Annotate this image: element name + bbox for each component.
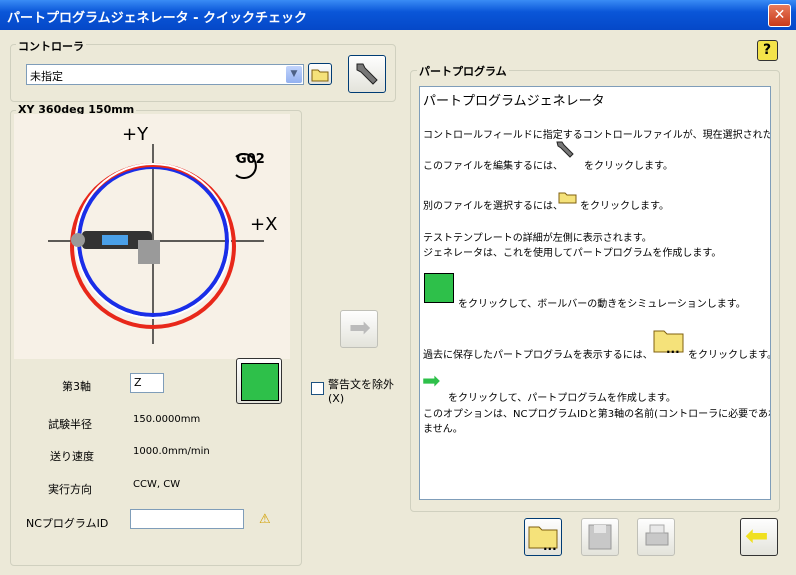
pp-line-10: ません。	[423, 424, 463, 435]
controller-group-label: コントローラ	[16, 38, 86, 54]
path-diagram-svg	[48, 144, 264, 344]
warn-checkbox[interactable]	[311, 382, 324, 395]
warning-icon: ⚠	[259, 512, 271, 527]
simulate-icon	[241, 363, 279, 401]
folder-icon	[311, 69, 329, 82]
print-button[interactable]	[637, 518, 675, 556]
pp-line-7: 過去に保存したパートプログラムを表示するには、	[423, 350, 653, 361]
pp-line-4: テストテンプレートの詳細が左側に表示されます。	[423, 233, 652, 244]
feed-label: 送り速度	[50, 450, 94, 463]
green-arrow-icon: ➡	[422, 369, 441, 394]
warn-checkbox-label[interactable]: 警告文を除外(X)	[328, 376, 400, 405]
edit-controller-button[interactable]	[348, 55, 386, 93]
back-button[interactable]: ⬅	[740, 518, 778, 556]
feed-value: 1000.0mm/min	[133, 446, 210, 457]
part-program-group-label: パートプログラム	[417, 63, 509, 79]
radius-value: 150.0000mm	[133, 414, 201, 425]
ncid-label: NCプログラムID	[26, 517, 109, 530]
dots-label: ...	[543, 539, 557, 553]
gcode-label: G02	[236, 152, 265, 167]
pp-line-8: をクリックして、パートプログラムを作成します。	[448, 393, 676, 404]
pp-line-3b: をクリックします。	[580, 201, 669, 212]
axis3-input[interactable]: Z	[130, 373, 164, 393]
arrow-right-icon: ➡	[349, 313, 371, 343]
simulate-icon	[424, 273, 454, 303]
radius-label: 試験半径	[48, 418, 92, 431]
pp-line-5: ジェネレータは、これを使用してパートプログラムを作成します。	[423, 248, 722, 259]
pp-line-9: このオプションは、NCプログラムIDと第3軸の名前(コントローラに必要であれば	[423, 409, 771, 420]
dir-value: CCW, CW	[133, 479, 181, 490]
title-bar[interactable]: パートプログラムジェネレータ - クイックチェック ✕	[0, 0, 796, 30]
pp-title: パートプログラムジェネレータ	[423, 94, 605, 109]
help-button[interactable]: ?	[757, 40, 778, 61]
part-program-text[interactable]: パートプログラムジェネレータ コントロールフィールドに指定するコントロールファイ…	[419, 86, 771, 500]
controller-select-value: 未指定	[30, 70, 63, 83]
folder-icon	[558, 192, 577, 204]
browse-controller-button[interactable]	[308, 63, 332, 85]
ncid-input[interactable]	[130, 509, 244, 529]
path-diagram: +Y +X G02	[14, 114, 290, 359]
pp-line-1: コントロールフィールドに指定するコントロールファイルが、現在選択されたもの	[423, 130, 771, 141]
pp-line-2b: をクリックします。	[584, 161, 673, 172]
arrow-left-icon: ⬅	[745, 519, 769, 552]
create-arrow-button[interactable]: ➡	[340, 310, 378, 348]
axis3-label: 第3軸	[62, 380, 91, 393]
pp-line-6: をクリックして、ボールバーの動きをシミュレーションします。	[458, 299, 746, 310]
printer-icon	[645, 524, 669, 546]
y-axis-label: +Y	[122, 124, 149, 145]
close-button[interactable]: ✕	[768, 4, 791, 27]
help-icon: ?	[763, 42, 772, 58]
pp-line-7-dots: ...	[666, 342, 680, 356]
floppy-disk-icon	[588, 524, 612, 550]
dialog-window: パートプログラムジェネレータ - クイックチェック ✕ ? コントローラ 未指定…	[0, 0, 796, 575]
dir-label: 実行方向	[48, 483, 92, 496]
pp-line-2: このファイルを編集するには、	[423, 161, 563, 172]
window-title: パートプログラムジェネレータ - クイックチェック	[7, 11, 308, 26]
pp-line-3: 別のファイルを選択するには、	[423, 201, 563, 212]
wrench-icon	[356, 63, 378, 85]
chevron-down-icon[interactable]: ▼	[286, 66, 302, 83]
controller-select[interactable]: 未指定 ▼	[26, 64, 304, 85]
x-axis-label: +X	[250, 214, 278, 235]
view-saved-program-button[interactable]: ...	[524, 518, 562, 556]
simulate-button[interactable]	[236, 358, 282, 404]
pp-line-7b: をクリックします。	[688, 350, 771, 361]
wrench-icon	[556, 141, 574, 158]
save-button[interactable]	[581, 518, 619, 556]
